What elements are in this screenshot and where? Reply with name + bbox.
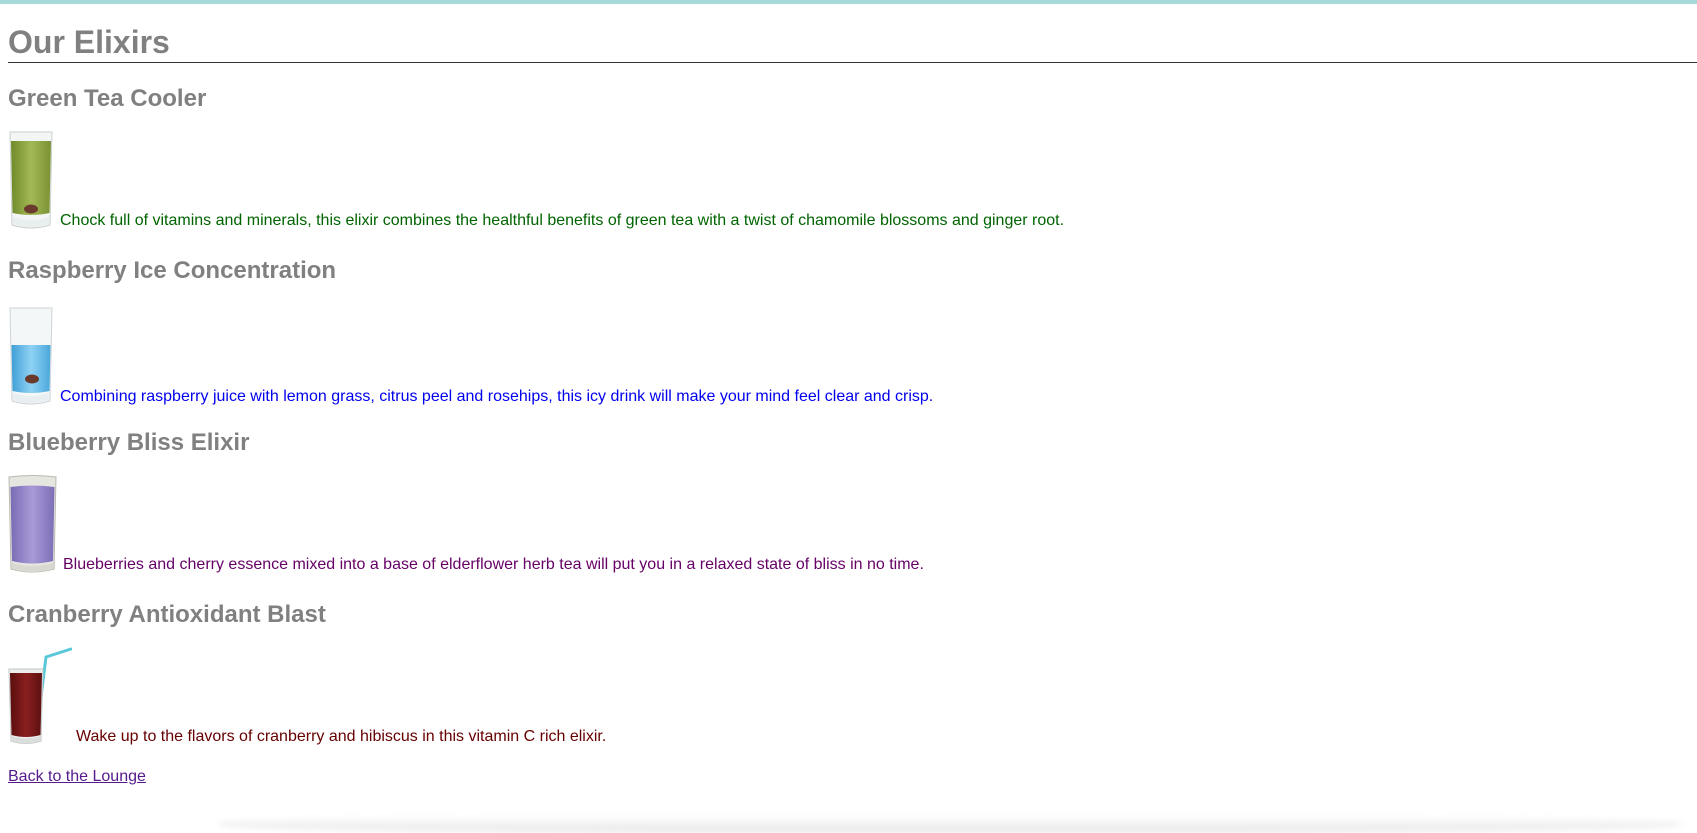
elixir-description-cranberry: Wake up to the flavors of cranberry and … [76,728,607,745]
cranberry-blast-glass-image [8,647,72,744]
elixir-heading-green-tea: Green Tea Cooler [8,85,207,112]
elixir-heading-blueberry: Blueberry Bliss Elixir [8,429,250,456]
elixir-heading-raspberry: Raspberry Ice Concentration [8,257,337,284]
elixir-row-raspberry: Combining raspberry juice with lemon gra… [8,307,933,407]
elixir-description-raspberry: Combining raspberry juice with lemon gra… [60,388,934,405]
elixir-row-cranberry: Wake up to the flavors of cranberry and … [8,647,606,747]
elixir-row-green-tea: Chock full of vitamins and minerals, thi… [8,131,1064,231]
green-tea-glass-image [9,131,53,229]
raspberry-ice-glass-image [9,307,53,405]
page-title: Our Elixirs [8,24,170,60]
bottom-shadow [220,815,1680,833]
back-to-lounge-link[interactable]: Back to the Lounge [8,768,146,786]
elixir-description-green-tea: Chock full of vitamins and minerals, thi… [60,212,1065,229]
blueberry-bliss-glass-image [8,475,57,573]
elixir-heading-cranberry: Cranberry Antioxidant Blast [8,601,326,628]
elixir-description-blueberry: Blueberries and cherry essence mixed int… [63,556,924,573]
elixir-row-blueberry: Blueberries and cherry essence mixed int… [8,475,924,575]
top-accent-stripe [0,0,1697,4]
title-divider [8,62,1697,63]
